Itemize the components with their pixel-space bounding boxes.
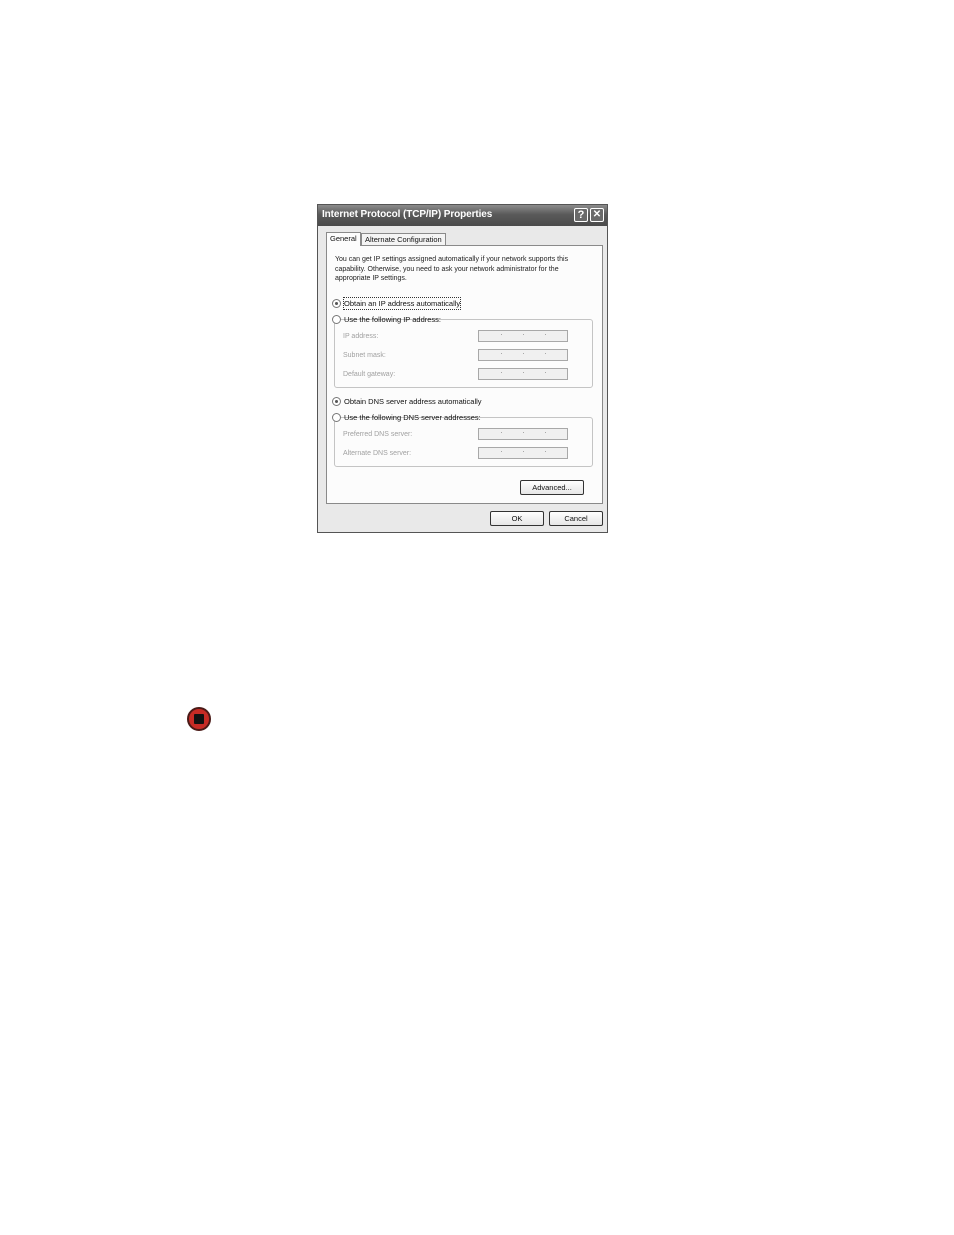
radio-label: Use the following DNS server addresses:: [344, 413, 481, 422]
dns-settings-group: Preferred DNS server: Alternate DNS serv…: [334, 417, 593, 467]
radio-button-icon[interactable]: [332, 315, 341, 324]
ip-address-field[interactable]: [478, 330, 568, 342]
subnet-mask-label: Subnet mask:: [343, 352, 386, 359]
default-gateway-field[interactable]: [478, 368, 568, 380]
ip-settings-group: IP address: Subnet mask: Default gateway…: [334, 319, 593, 388]
ok-button[interactable]: OK: [490, 511, 544, 526]
radio-label: Obtain an IP address automatically: [342, 297, 462, 310]
alternate-dns-label: Alternate DNS server:: [343, 450, 412, 457]
radio-use-following-dns[interactable]: Use the following DNS server addresses:: [332, 412, 481, 423]
intro-text: You can get IP settings assigned automat…: [335, 256, 569, 282]
advanced-button[interactable]: Advanced...: [520, 480, 584, 495]
general-tab-panel: You can get IP settings assigned automat…: [326, 245, 603, 504]
radio-use-following-ip[interactable]: Use the following IP address:: [332, 314, 441, 325]
help-icon[interactable]: ?: [574, 208, 588, 222]
tab-general[interactable]: General: [326, 232, 361, 246]
stop-icon: [187, 707, 211, 731]
close-icon[interactable]: ✕: [590, 208, 604, 222]
alternate-dns-field[interactable]: [478, 447, 568, 459]
preferred-dns-label: Preferred DNS server:: [343, 431, 413, 438]
radio-button-icon[interactable]: [332, 413, 341, 422]
cancel-button[interactable]: Cancel: [549, 511, 603, 526]
radio-button-icon[interactable]: [332, 397, 341, 406]
title-bar[interactable]: Internet Protocol (TCP/IP) Properties ? …: [318, 205, 607, 226]
radio-label: Obtain DNS server address automatically: [344, 397, 482, 406]
preferred-dns-field[interactable]: [478, 428, 568, 440]
subnet-mask-field[interactable]: [478, 349, 568, 361]
tcpip-properties-dialog: Internet Protocol (TCP/IP) Properties ? …: [317, 204, 608, 533]
ip-address-label: IP address:: [343, 333, 379, 340]
radio-button-icon[interactable]: [332, 299, 341, 308]
dialog-title: Internet Protocol (TCP/IP) Properties: [322, 209, 493, 220]
default-gateway-label: Default gateway:: [343, 371, 396, 378]
radio-label: Use the following IP address:: [344, 315, 441, 324]
